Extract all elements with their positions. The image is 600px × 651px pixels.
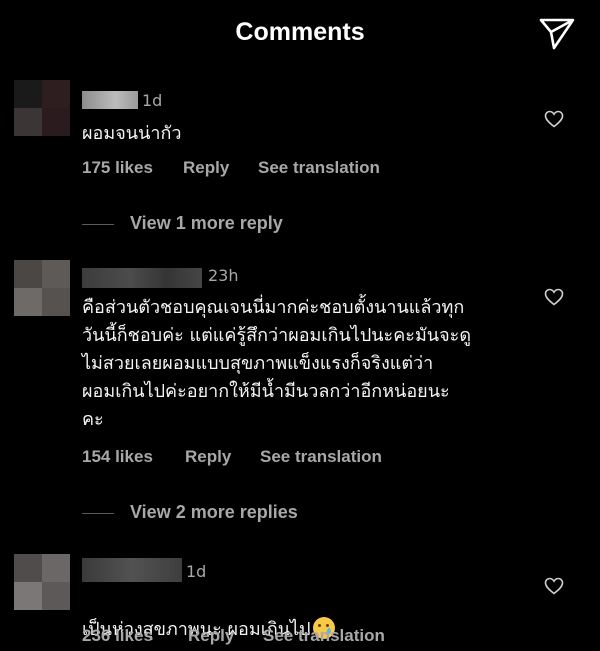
like-count[interactable]: 236 likes (82, 626, 153, 646)
avatar[interactable] (14, 260, 70, 316)
page-title: Comments (235, 18, 365, 46)
username-blurred[interactable] (82, 558, 182, 582)
view-more-replies[interactable]: View 2 more replies (0, 502, 600, 528)
reply-button[interactable]: Reply (183, 158, 229, 178)
replies-divider (82, 224, 114, 225)
heart-icon (544, 110, 564, 128)
like-count[interactable]: 154 likes (82, 447, 153, 467)
replies-divider (82, 513, 114, 514)
comment-time: 23h (208, 266, 239, 285)
header-bar: Comments (0, 0, 600, 72)
username-blurred[interactable] (82, 268, 202, 288)
see-translation-link[interactable]: See translation (258, 158, 380, 178)
view-more-replies[interactable]: View 1 more reply (0, 213, 600, 239)
heart-icon (544, 577, 564, 595)
view-more-replies-label: View 1 more reply (130, 213, 283, 233)
comment-time: 1d (186, 562, 207, 581)
see-translation-link[interactable]: See translation (263, 626, 385, 646)
like-count[interactable]: 175 likes (82, 158, 153, 178)
like-button[interactable] (544, 110, 564, 128)
comment-item: 23h คือส่วนตัวชอบคุณเจนนี่มากค่ะชอบตั้งน… (0, 258, 600, 530)
comment-item: 1d เป็นห่วงสุขภาพนะ ผอมเกินไป 236 likes … (0, 552, 600, 651)
username-blurred[interactable] (82, 91, 138, 109)
comment-text: คือส่วนตัวชอบคุณเจนนี่มากค่ะชอบตั้งนานแล… (82, 297, 472, 430)
comment-item: 1d ผอมจนน่ากัว 175 likes Reply See trans… (0, 80, 600, 270)
comment-time: 1d (142, 91, 163, 110)
reply-button[interactable]: Reply (188, 626, 234, 646)
see-translation-link[interactable]: See translation (260, 447, 382, 467)
send-button[interactable] (538, 17, 576, 51)
paper-plane-icon (539, 18, 575, 50)
avatar[interactable] (14, 554, 70, 610)
comment-text: ผอมจนน่ากัว (82, 123, 182, 144)
like-button[interactable] (544, 288, 564, 306)
heart-icon (544, 288, 564, 306)
reply-button[interactable]: Reply (185, 447, 231, 467)
view-more-replies-label: View 2 more replies (130, 502, 298, 522)
like-button[interactable] (544, 577, 564, 595)
avatar[interactable] (14, 80, 70, 136)
